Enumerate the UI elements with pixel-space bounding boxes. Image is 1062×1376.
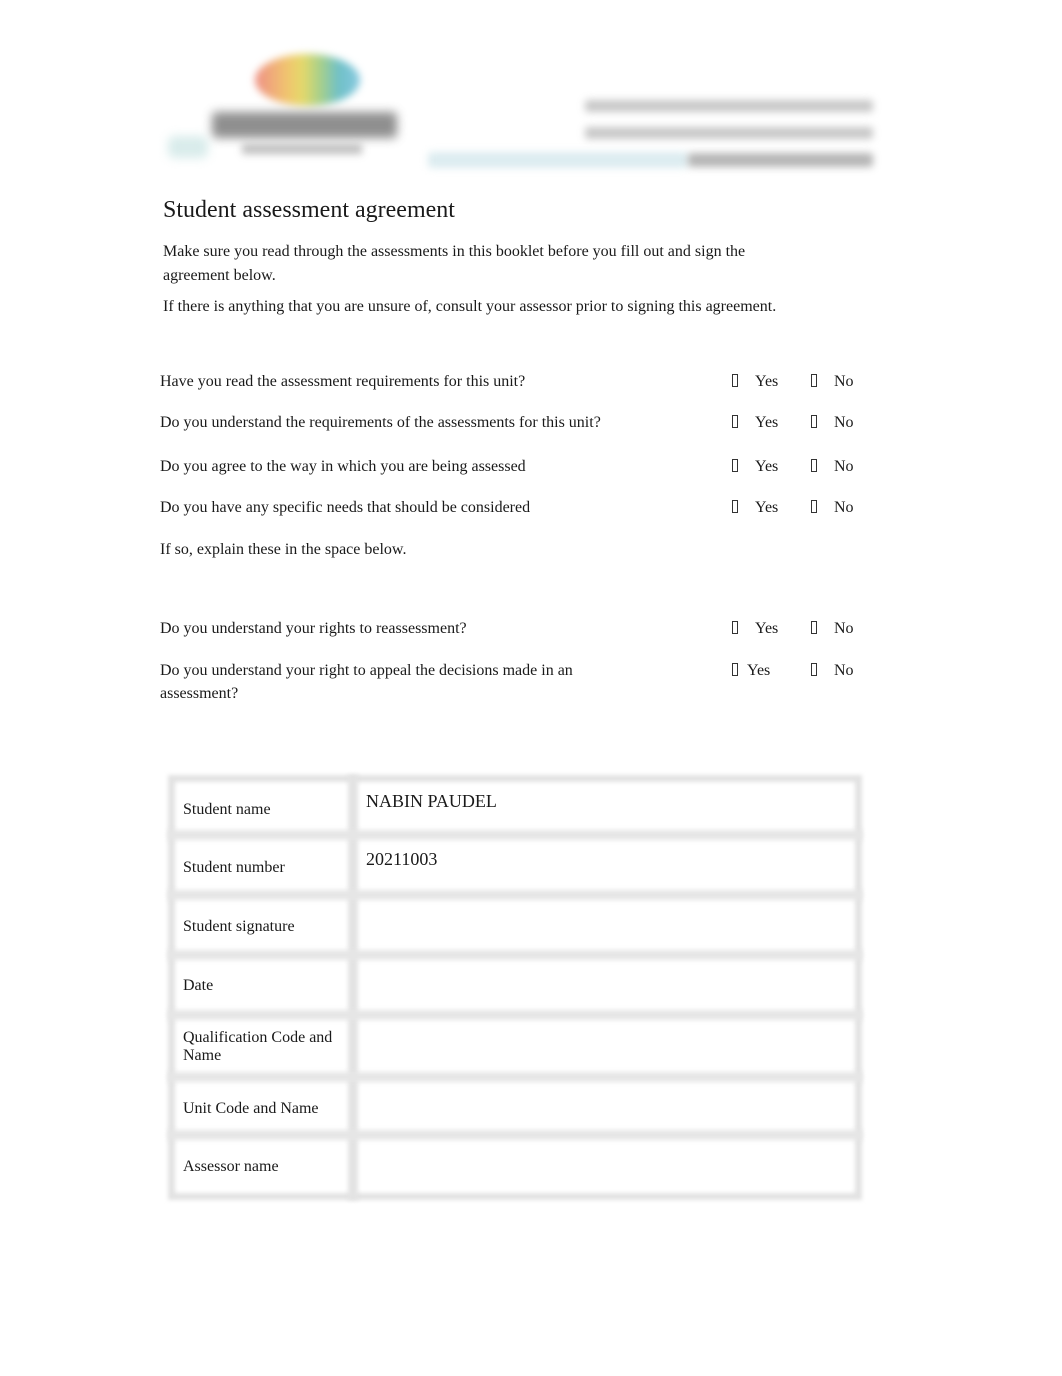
student-name-label: Student name bbox=[183, 801, 271, 818]
logo-badge-blurred bbox=[168, 136, 208, 158]
question-row: Do you understand the requirements of th… bbox=[160, 411, 680, 434]
question-row: Do you understand your right to appeal t… bbox=[160, 659, 600, 705]
qualification-code-label: Qualification Code and Name bbox=[183, 1029, 333, 1064]
assessor-name-label: Assessor name bbox=[183, 1158, 279, 1175]
question-text: If so, explain these in the space below. bbox=[160, 541, 407, 558]
unit-code-field[interactable] bbox=[366, 1092, 846, 1122]
no-label: No bbox=[834, 373, 854, 390]
organization-logo bbox=[160, 48, 405, 163]
no-label: No bbox=[834, 499, 854, 516]
student-number-field[interactable]: 20211003 bbox=[366, 849, 846, 879]
student-signature-field[interactable] bbox=[366, 910, 846, 940]
checkbox-icon[interactable] bbox=[732, 500, 738, 513]
unit-code-label: Unit Code and Name bbox=[183, 1100, 319, 1117]
no-option[interactable]: No bbox=[811, 496, 854, 519]
table-row-divider bbox=[168, 1130, 862, 1140]
no-label: No bbox=[834, 620, 854, 637]
no-option[interactable]: No bbox=[811, 659, 854, 682]
qualification-code-field[interactable] bbox=[366, 1030, 846, 1060]
question-text: Do you understand the requirements of th… bbox=[160, 414, 601, 431]
checkbox-icon[interactable] bbox=[811, 663, 817, 676]
logo-tagline-blurred bbox=[242, 144, 362, 154]
student-name-field[interactable]: NABIN PAUDEL bbox=[366, 791, 846, 821]
yes-option[interactable]: Yes bbox=[732, 659, 770, 682]
no-label: No bbox=[834, 458, 854, 475]
question-text: Do you have any specific needs that shou… bbox=[160, 499, 531, 516]
date-label: Date bbox=[183, 977, 214, 994]
yes-option[interactable]: Yes bbox=[732, 455, 778, 478]
header-bar-text-blurred bbox=[688, 153, 873, 167]
assessor-name-field[interactable] bbox=[366, 1150, 846, 1180]
checkbox-icon[interactable] bbox=[811, 415, 817, 428]
table-row-divider bbox=[168, 1010, 862, 1020]
no-option[interactable]: No bbox=[811, 411, 854, 434]
logo-rainbow-emblem bbox=[255, 54, 360, 106]
yes-label: Yes bbox=[755, 499, 779, 516]
checkbox-icon[interactable] bbox=[732, 459, 738, 472]
checkbox-icon[interactable] bbox=[732, 374, 738, 387]
yes-option[interactable]: Yes bbox=[732, 370, 778, 393]
checkbox-icon[interactable] bbox=[732, 621, 738, 634]
explain-needs-prompt: If so, explain these in the space below. bbox=[160, 538, 630, 561]
checkbox-icon[interactable] bbox=[811, 374, 817, 387]
question-text: Have you read the assessment requirement… bbox=[160, 373, 526, 390]
checkbox-icon[interactable] bbox=[811, 621, 817, 634]
yes-option[interactable]: Yes bbox=[732, 617, 778, 640]
date-field[interactable] bbox=[366, 969, 846, 999]
table-row-divider bbox=[168, 1072, 862, 1082]
yes-label: Yes bbox=[747, 662, 771, 679]
logo-wordmark-blurred bbox=[212, 112, 397, 138]
student-signature-label: Student signature bbox=[183, 918, 295, 935]
checkbox-icon[interactable] bbox=[732, 663, 738, 676]
table-row-divider bbox=[168, 890, 862, 900]
page-title: Student assessment agreement bbox=[163, 197, 455, 223]
table-row-divider bbox=[168, 950, 862, 960]
yes-label: Yes bbox=[755, 458, 779, 475]
question-row: Have you read the assessment requirement… bbox=[160, 370, 630, 393]
no-option[interactable]: No bbox=[811, 370, 854, 393]
student-number-label: Student number bbox=[183, 859, 285, 876]
checkbox-icon[interactable] bbox=[732, 415, 738, 428]
yes-option[interactable]: Yes bbox=[732, 411, 778, 434]
header-info-line-blurred bbox=[585, 100, 873, 112]
yes-label: Yes bbox=[755, 620, 779, 637]
checkbox-icon[interactable] bbox=[811, 500, 817, 513]
no-label: No bbox=[834, 414, 854, 431]
no-option[interactable]: No bbox=[811, 455, 854, 478]
question-text: Do you understand your right to appeal t… bbox=[160, 662, 573, 702]
table-row-divider bbox=[168, 830, 862, 840]
question-row: Do you understand your rights to reasses… bbox=[160, 617, 630, 640]
intro-paragraph: Make sure you read through the assessmen… bbox=[163, 243, 746, 284]
no-label: No bbox=[834, 662, 854, 679]
question-text: Do you understand your rights to reasses… bbox=[160, 620, 467, 637]
intro-paragraph: If there is anything that you are unsure… bbox=[163, 298, 777, 315]
question-text: Do you agree to the way in which you are… bbox=[160, 458, 526, 475]
yes-label: Yes bbox=[755, 373, 779, 390]
question-row: Do you agree to the way in which you are… bbox=[160, 455, 630, 478]
header-accent-bar bbox=[428, 152, 688, 168]
no-option[interactable]: No bbox=[811, 617, 854, 640]
question-row: Do you have any specific needs that shou… bbox=[160, 496, 630, 519]
yes-option[interactable]: Yes bbox=[732, 496, 778, 519]
checkbox-icon[interactable] bbox=[811, 459, 817, 472]
yes-label: Yes bbox=[755, 414, 779, 431]
header-info-line-blurred bbox=[585, 127, 873, 139]
